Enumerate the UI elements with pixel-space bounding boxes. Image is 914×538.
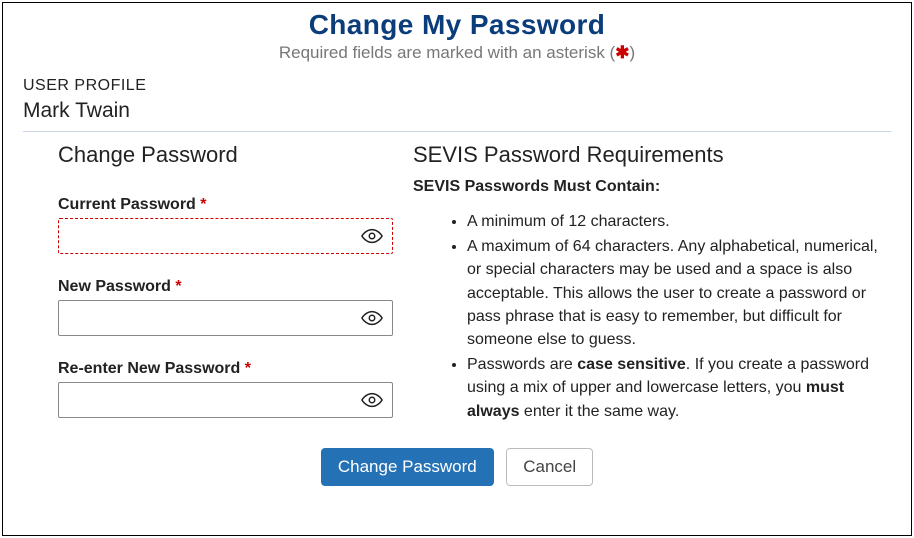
- required-marker: *: [196, 196, 207, 213]
- new-password-label: New Password *: [58, 278, 413, 296]
- change-password-button[interactable]: Change Password: [321, 448, 494, 486]
- reenter-password-label-text: Re-enter New Password: [58, 360, 240, 377]
- button-row: Change Password Cancel: [23, 448, 891, 486]
- req-text: Passwords are: [467, 356, 577, 373]
- requirement-item: A maximum of 64 characters. Any alphabet…: [467, 235, 891, 351]
- user-profile-label: USER PROFILE: [23, 77, 891, 95]
- current-password-input[interactable]: [58, 218, 393, 254]
- required-marker: *: [240, 360, 251, 377]
- new-password-field-wrap: [58, 300, 393, 336]
- user-profile-section: USER PROFILE Mark Twain: [23, 77, 891, 132]
- page-title: Change My Password: [23, 9, 891, 41]
- form-heading: Change Password: [58, 142, 413, 168]
- asterisk-icon: ✱: [615, 43, 629, 62]
- requirement-item: Passwords are case sensitive. If you cre…: [467, 353, 891, 423]
- requirement-item: A minimum of 12 characters.: [467, 210, 891, 233]
- new-password-label-text: New Password: [58, 278, 171, 295]
- requirements-column: SEVIS Password Requirements SEVIS Passwo…: [413, 142, 891, 442]
- required-note: Required fields are marked with an aster…: [23, 43, 891, 63]
- reenter-password-field-wrap: [58, 382, 393, 418]
- cancel-button[interactable]: Cancel: [506, 448, 593, 486]
- req-strong: case sensitive: [577, 356, 686, 373]
- reenter-password-label: Re-enter New Password *: [58, 360, 413, 378]
- requirements-subheading: SEVIS Passwords Must Contain:: [413, 178, 891, 196]
- user-profile-name: Mark Twain: [23, 99, 891, 123]
- current-password-label-text: Current Password: [58, 196, 196, 213]
- current-password-label: Current Password *: [58, 196, 413, 214]
- req-text: enter it the same way.: [519, 403, 679, 420]
- current-password-field-wrap: [58, 218, 393, 254]
- form-column: Change Password Current Password * New P…: [23, 142, 413, 442]
- eye-icon[interactable]: [361, 307, 383, 329]
- change-password-page: Change My Password Required fields are m…: [2, 2, 912, 536]
- requirements-list: A minimum of 12 characters. A maximum of…: [413, 210, 891, 423]
- eye-icon[interactable]: [361, 225, 383, 247]
- reenter-password-input[interactable]: [58, 382, 393, 418]
- required-marker: *: [171, 278, 182, 295]
- required-note-suffix: ): [629, 43, 635, 62]
- requirements-heading: SEVIS Password Requirements: [413, 142, 891, 168]
- required-note-prefix: Required fields are marked with an aster…: [279, 43, 615, 62]
- content-columns: Change Password Current Password * New P…: [23, 142, 891, 442]
- eye-icon[interactable]: [361, 389, 383, 411]
- new-password-input[interactable]: [58, 300, 393, 336]
